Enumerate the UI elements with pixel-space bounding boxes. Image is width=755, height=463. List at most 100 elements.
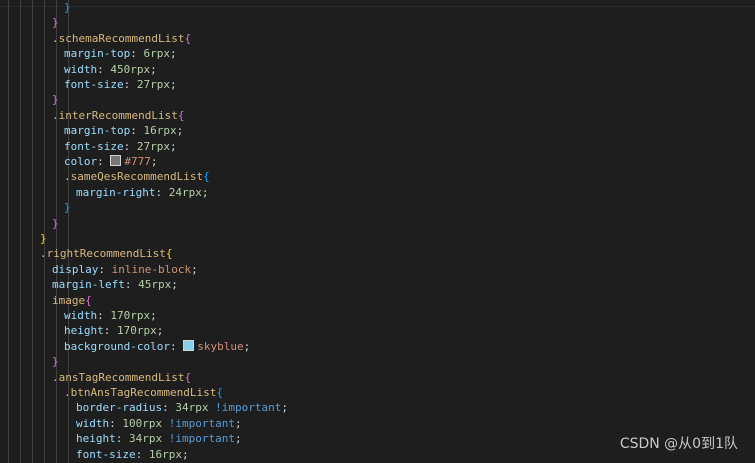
code-token: 24rpx xyxy=(168,185,202,199)
code-token: } xyxy=(64,201,71,215)
code-line[interactable]: .interRecommendList{ xyxy=(52,108,184,123)
color-swatch-icon[interactable] xyxy=(110,155,122,166)
code-token: : xyxy=(155,185,169,199)
code-line[interactable]: .rightRecommendList{ xyxy=(40,246,172,261)
code-line[interactable]: display: inline-block; xyxy=(52,262,198,277)
code-token: 6rpx xyxy=(143,47,170,61)
code-token: width xyxy=(76,416,110,430)
code-editor[interactable]: }} .schemaRecommendList{margin-top: 6rpx;… xyxy=(0,0,755,463)
code-token: 34rpx xyxy=(129,432,163,446)
code-token: .ansTagRecommendList xyxy=(52,370,185,384)
code-token: font-size xyxy=(64,78,124,91)
code-token: } xyxy=(52,93,59,107)
code-token: 170rpx xyxy=(117,324,157,338)
code-token: ; xyxy=(150,309,157,322)
code-token: ; xyxy=(281,401,288,415)
code-token: 27rpx xyxy=(136,139,170,153)
code-line[interactable]: margin-right: 24rpx; xyxy=(76,185,208,200)
code-line[interactable]: margin-left: 45rpx; xyxy=(52,277,178,292)
code-token: : xyxy=(124,278,139,292)
code-line[interactable]: height: 34rpx !important; xyxy=(76,431,242,446)
code-line[interactable]: font-size: 16rpx; xyxy=(76,447,189,462)
code-token: margin-left xyxy=(52,278,125,292)
code-line[interactable]: border-radius: 34rpx !important; xyxy=(76,400,288,415)
code-token: { xyxy=(85,293,92,307)
code-line[interactable]: .ansTagRecommendList{ xyxy=(52,370,191,385)
indent-guide xyxy=(56,0,57,463)
code-token: ; xyxy=(171,278,178,292)
code-token: 450rpx xyxy=(110,62,151,76)
code-token: } xyxy=(52,216,59,230)
code-line[interactable]: } xyxy=(64,0,71,15)
code-token: { xyxy=(165,247,173,261)
code-line[interactable]: } xyxy=(52,15,59,30)
code-line[interactable]: } xyxy=(52,92,59,107)
code-token: ; xyxy=(169,47,177,61)
code-token: color xyxy=(64,155,98,168)
code-token: 100rpx xyxy=(122,416,163,430)
code-line[interactable]: image{ xyxy=(52,293,92,308)
code-token: !important xyxy=(168,416,235,430)
code-line[interactable]: } xyxy=(64,200,71,215)
code-token: ; xyxy=(150,62,157,76)
editor-top-border xyxy=(0,0,755,7)
indent-guide xyxy=(20,0,21,463)
code-token: font-size xyxy=(76,447,136,461)
code-token: 16rpx xyxy=(148,447,182,461)
code-token: } xyxy=(64,1,71,14)
code-line[interactable]: color: #777; xyxy=(64,154,158,169)
code-line[interactable]: } xyxy=(40,231,47,246)
code-line[interactable]: .schemaRecommendList{ xyxy=(52,31,191,46)
code-token: ; xyxy=(181,447,189,461)
code-token: : xyxy=(97,309,111,322)
code-token: height xyxy=(64,324,104,338)
code-token: ; xyxy=(234,432,242,446)
code-line[interactable]: width: 170rpx; xyxy=(64,308,157,323)
code-token: .schemaRecommendList xyxy=(52,31,185,45)
code-line[interactable]: font-size: 27rpx; xyxy=(64,139,177,154)
code-token: .interRecommendList xyxy=(52,108,178,122)
code-token: { xyxy=(184,31,192,45)
code-token: : xyxy=(115,432,129,446)
code-token: { xyxy=(216,386,223,399)
indent-guide xyxy=(8,0,9,463)
code-token: image xyxy=(52,293,86,307)
code-token: 34rpx xyxy=(175,401,209,415)
code-token: ; xyxy=(169,139,177,153)
code-token: ; xyxy=(176,124,184,138)
code-token: } xyxy=(40,232,47,245)
code-token: ; xyxy=(201,185,209,199)
code-line[interactable]: } xyxy=(52,216,59,231)
code-line[interactable]: font-size: 27rpx; xyxy=(64,77,177,92)
code-line[interactable]: background-color: skyblue; xyxy=(64,339,250,354)
code-token: : xyxy=(109,416,123,430)
watermark: CSDN @从0到1队 xyxy=(619,436,738,452)
code-token: .sameQesRecommendList xyxy=(64,170,204,184)
code-token: margin-right xyxy=(76,185,156,199)
code-token: : xyxy=(98,262,112,276)
code-line[interactable]: .btnAnsTagRecommendList{ xyxy=(64,385,223,400)
code-line[interactable]: .sameQesRecommendList{ xyxy=(64,169,210,184)
code-line[interactable]: margin-top: 6rpx; xyxy=(64,46,177,61)
code-line[interactable]: height: 170rpx; xyxy=(64,323,163,338)
color-swatch-icon[interactable] xyxy=(183,339,195,351)
code-token: ; xyxy=(150,155,158,168)
code-token: 16rpx xyxy=(143,124,177,138)
code-line[interactable]: width: 100rpx !important; xyxy=(76,416,242,431)
code-line[interactable]: width: 450rpx; xyxy=(64,62,157,77)
code-token: } xyxy=(52,355,59,369)
code-token: 27rpx xyxy=(136,78,170,91)
code-token: .rightRecommendList xyxy=(40,247,166,261)
code-token: ; xyxy=(156,324,164,338)
code-token: #777 xyxy=(124,155,151,168)
code-token: height xyxy=(76,432,116,446)
code-line[interactable]: margin-top: 16rpx; xyxy=(64,123,183,138)
code-line[interactable]: } xyxy=(52,354,59,369)
code-token: : xyxy=(169,339,184,353)
code-token: { xyxy=(203,170,210,184)
code-token: skyblue xyxy=(197,339,244,353)
code-token: : xyxy=(97,62,111,76)
code-token: : xyxy=(130,124,144,138)
